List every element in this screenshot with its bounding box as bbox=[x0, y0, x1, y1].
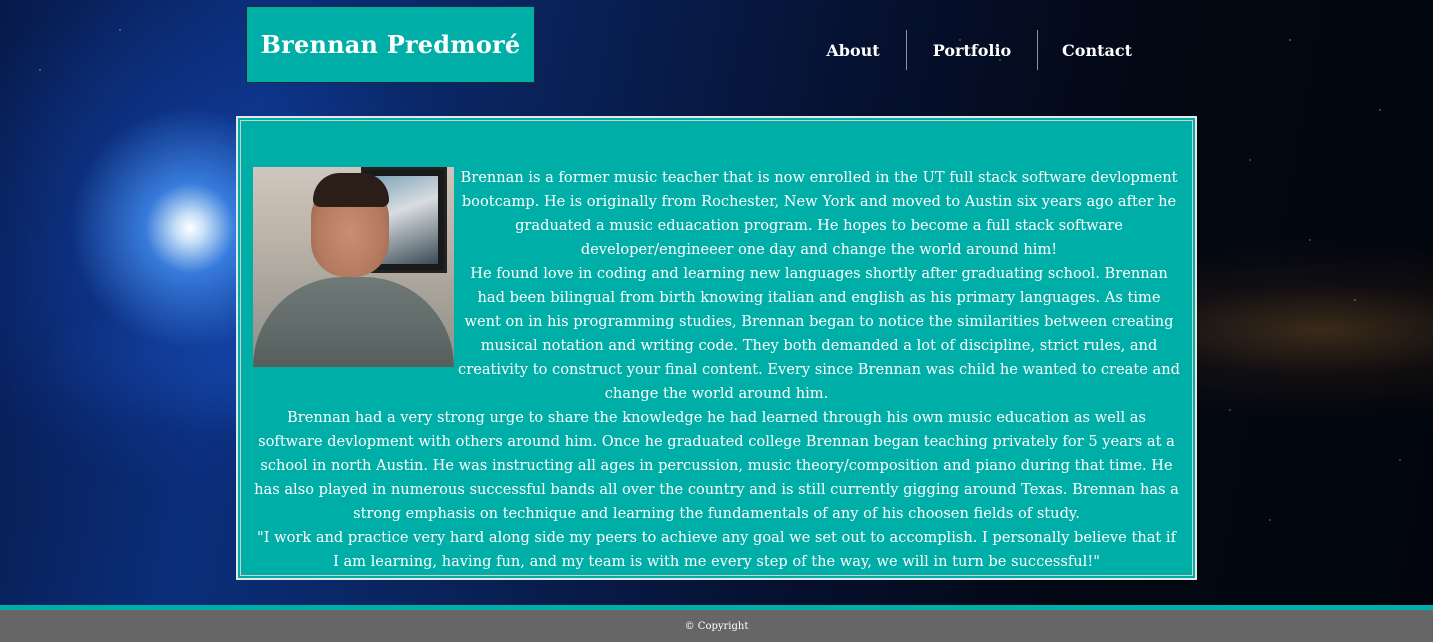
nav-link-about[interactable]: About bbox=[800, 30, 906, 70]
copyright-text: © Copyright bbox=[684, 620, 749, 632]
site-footer: © Copyright bbox=[0, 605, 1433, 642]
main-nav: About Portfolio Contact bbox=[800, 30, 1156, 70]
nav-link-contact[interactable]: Contact bbox=[1038, 30, 1156, 70]
bio-quote: "I work and practice very hard along sid… bbox=[256, 529, 1176, 570]
brand-box: Brennan Predmoré bbox=[246, 6, 535, 83]
about-card: Brennan is a former music teacher that i… bbox=[236, 116, 1197, 580]
page: Brennan Predmoré About Portfolio Contact… bbox=[0, 0, 1433, 642]
profile-photo bbox=[253, 167, 454, 367]
bio-paragraph-teaching: Brennan had a very strong urge to share … bbox=[254, 409, 1179, 522]
about-card-inner: Brennan is a former music teacher that i… bbox=[240, 120, 1193, 576]
brand-name: Brennan Predmoré bbox=[260, 30, 521, 59]
photo-shirt bbox=[253, 277, 454, 367]
photo-hair bbox=[313, 173, 389, 207]
nav-link-portfolio[interactable]: Portfolio bbox=[907, 30, 1037, 70]
